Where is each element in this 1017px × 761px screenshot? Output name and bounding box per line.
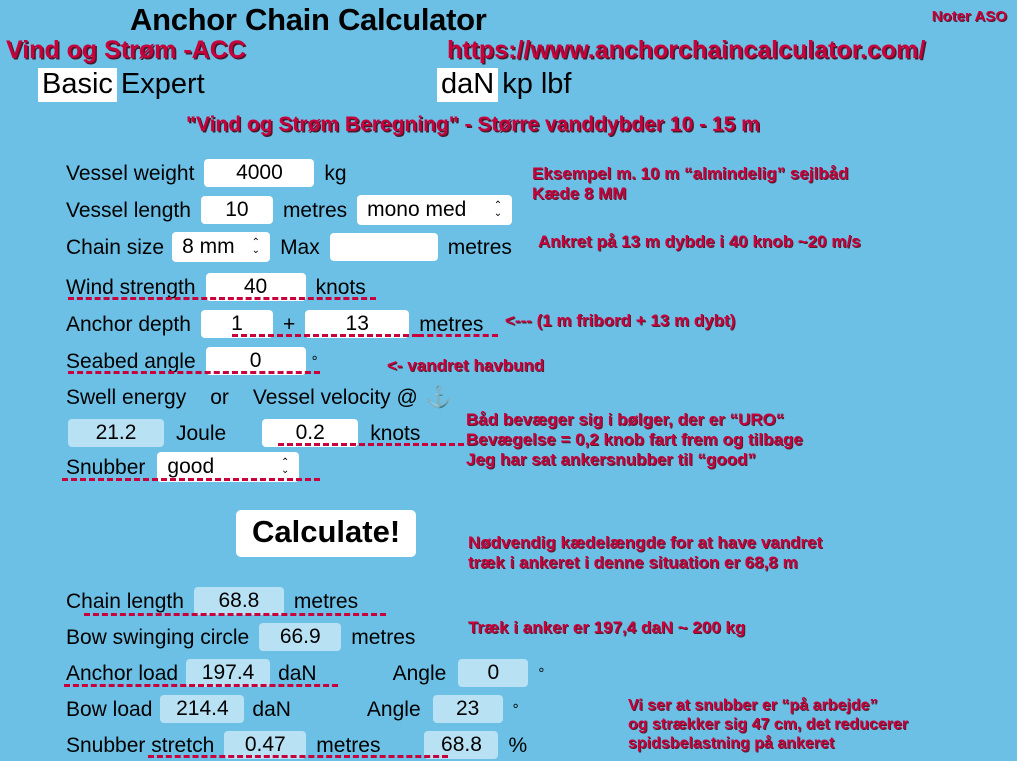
swell-energy-output: 21.2 (68, 419, 164, 447)
seabed-angle-label: Seabed angle (66, 349, 196, 373)
underline-anchor-load (64, 684, 338, 687)
note-needed-chain: Nødvendig kædelængde for at have vandret… (468, 533, 823, 572)
row-vessel-length: Vessel length 10 metres mono med ⌃ ⌄ (66, 195, 513, 225)
note-example: Eksempel m. 10 m “almindelig” sejlbåd Kæ… (532, 164, 849, 203)
bow-load-label: Bow load (66, 697, 153, 721)
underline-wind-strength (68, 297, 376, 300)
bow-load-unit: daN (252, 697, 291, 721)
anchor-load-output: 197.4 (186, 659, 271, 687)
seabed-angle-unit: ° (311, 352, 318, 370)
vessel-length-input[interactable]: 10 (200, 196, 273, 224)
tab-dan[interactable]: daN (437, 68, 499, 103)
anchor-load-angle-output: 0 (458, 659, 529, 687)
underline-vessel-velocity (278, 443, 464, 446)
page-title: Anchor Chain Calculator (130, 2, 487, 37)
chain-size-select[interactable]: 8 mm ⌃ ⌄ (172, 232, 271, 262)
wind-strength-unit: knots (315, 275, 366, 299)
vessel-length-unit: metres (282, 198, 348, 222)
anchor-icon: ⚓ (425, 385, 452, 409)
anchor-load-unit: daN (278, 661, 317, 685)
chain-max-label: Max (280, 235, 320, 259)
bow-load-angle-label: Angle (366, 697, 421, 721)
snubber-value: good (167, 455, 215, 478)
anchor-depth-plus: + (282, 312, 296, 336)
chain-size-label: Chain size (66, 235, 165, 259)
bow-load-angle-unit: ° (512, 700, 519, 718)
vessel-weight-unit: kg (324, 161, 347, 185)
chain-length-output: 68.8 (193, 587, 284, 615)
site-url: https://www.anchorchaincalculator.com/ (447, 36, 926, 64)
row-swell-labels: Swell energy or Vessel velocity @ ⚓ (66, 382, 452, 412)
chain-size-value: 8 mm (182, 235, 235, 258)
row-chain-length: Chain length 68.8 metres (66, 586, 358, 616)
swell-energy-label: Swell energy (66, 385, 187, 409)
bow-swinging-circle-output: 66.9 (259, 623, 342, 651)
chain-max-unit: metres (447, 235, 512, 259)
anchor-depth-unit: metres (419, 312, 484, 336)
vessel-weight-input[interactable]: 4000 (204, 159, 315, 187)
mode-tab-group: Basic Expert (38, 68, 209, 103)
anchor-depth-label: Anchor depth (66, 312, 191, 336)
chain-length-label: Chain length (66, 589, 184, 613)
tab-lbf[interactable]: lbf (537, 68, 576, 102)
bow-load-angle-output: 23 (432, 695, 503, 723)
subtitle-left: Vind og Strøm -ACC (6, 36, 246, 64)
unit-tab-group: daN kp lbf (437, 68, 576, 103)
chain-max-input[interactable] (329, 233, 438, 261)
note-seabed: <- vandret havbund (387, 356, 545, 375)
or-label: or (210, 385, 229, 409)
underline-seabed-angle (68, 371, 320, 374)
vessel-length-label: Vessel length (66, 198, 191, 222)
vessel-velocity-label: Vessel velocity @ (252, 385, 418, 409)
note-depth-arrow: <--- (1 m fribord + 13 m dybt) (505, 311, 736, 330)
snubber-stretch-label: Snubber stretch (66, 733, 215, 757)
swell-energy-unit: Joule (176, 421, 227, 445)
chain-length-unit: metres (293, 589, 359, 613)
hull-type-value: mono med (367, 198, 467, 221)
wind-strength-label: Wind strength (66, 275, 196, 299)
tab-expert[interactable]: Expert (117, 68, 209, 102)
bow-swinging-circle-unit: metres (351, 625, 416, 649)
snubber-stretch-pct-unit: % (508, 733, 528, 757)
row-vessel-weight: Vessel weight 4000 kg (66, 158, 347, 188)
snubber-label: Snubber (66, 455, 146, 479)
vessel-velocity-unit: knots (370, 421, 421, 445)
noter-label: Noter ASO (931, 8, 1007, 25)
underline-anchor-depth-unit (418, 334, 498, 337)
section-banner: "Vind og Strøm Beregning" - Større vandd… (186, 113, 760, 136)
vessel-weight-label: Vessel weight (66, 161, 195, 185)
bow-swinging-circle-label: Bow swinging circle (66, 625, 250, 649)
anchor-chain-calculator-page: Anchor Chain Calculator Noter ASO Vind o… (0, 0, 1017, 761)
note-snubber-work: Vi ser at snubber er “på arbejde” og str… (628, 697, 909, 752)
row-bow-load: Bow load 214.4 daN Angle 23 ° (66, 694, 519, 724)
note-motion: Båd bevæger sig i bølger, der er “URO“ B… (466, 410, 803, 469)
underline-anchor-depth (232, 334, 418, 337)
note-anchor-pull: Træk i anker er 197,4 daN ~ 200 kg (468, 618, 746, 637)
snubber-stretch-unit: metres (316, 733, 381, 757)
underline-snubber (62, 478, 320, 481)
chevron-updown-icon: ⌃ ⌄ (281, 457, 290, 476)
anchor-load-angle-label: Angle (392, 661, 447, 685)
row-chain-size: Chain size 8 mm ⌃ ⌄ Max metres (66, 232, 512, 262)
calculate-button[interactable]: Calculate! (236, 510, 417, 557)
tab-kp[interactable]: kp (498, 68, 537, 102)
note-anchored: Ankret på 13 m dybde i 40 knob ~20 m/s (538, 232, 861, 251)
bow-load-output: 214.4 (160, 695, 245, 723)
underline-snubber-stretch (148, 755, 448, 758)
underline-chain-length (84, 613, 386, 616)
anchor-load-label: Anchor load (66, 661, 179, 685)
chevron-updown-icon: ⌃ ⌄ (251, 237, 261, 256)
tab-basic[interactable]: Basic (38, 68, 117, 103)
anchor-load-angle-unit: ° (538, 664, 545, 682)
hull-type-select[interactable]: mono med ⌃ ⌄ (357, 195, 513, 225)
chevron-updown-icon: ⌃ ⌄ (493, 200, 503, 219)
row-bow-swinging-circle: Bow swinging circle 66.9 metres (66, 622, 415, 652)
